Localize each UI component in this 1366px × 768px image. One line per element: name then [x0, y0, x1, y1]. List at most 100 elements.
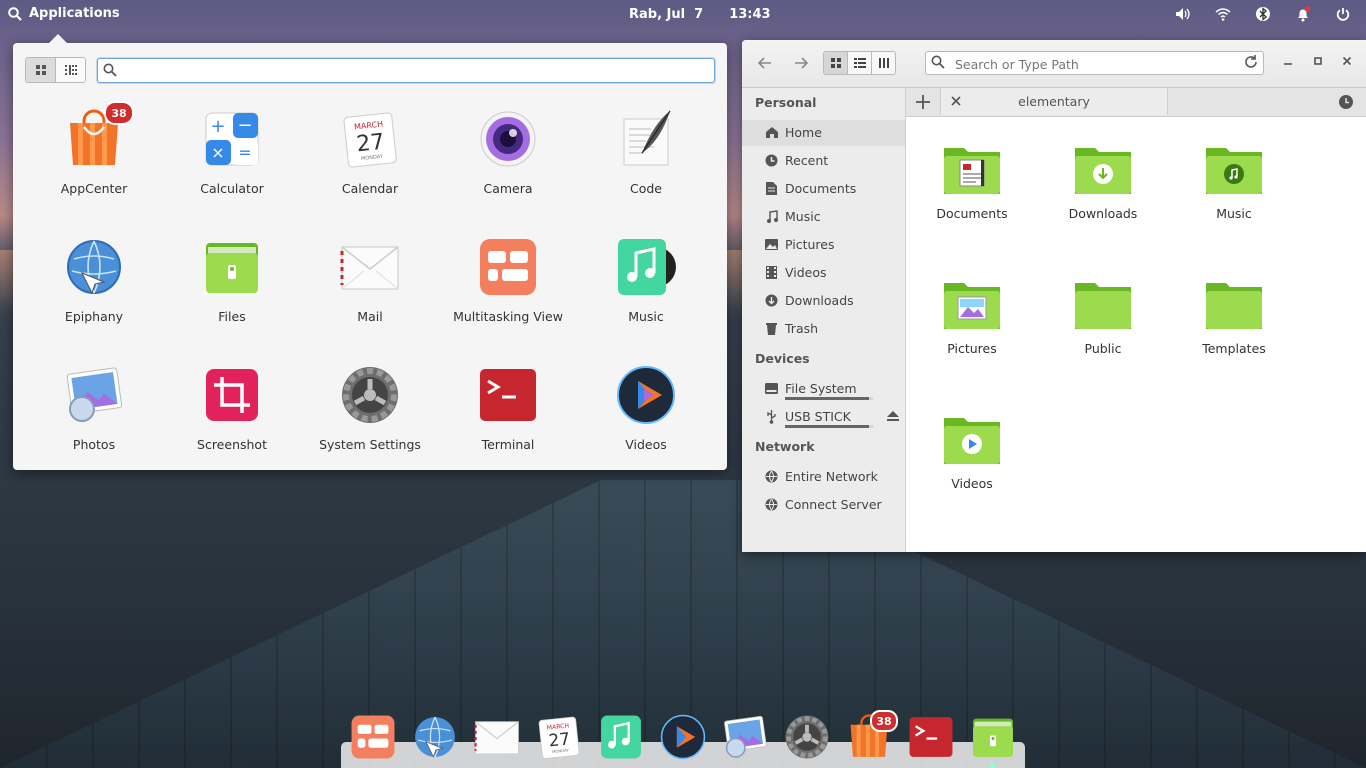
- sidebar-item-file-system[interactable]: File System: [742, 376, 905, 402]
- app-system-settings[interactable]: System Settings: [301, 361, 439, 489]
- datetime-indicator[interactable]: Rab, Jul 7 13:43: [629, 7, 771, 22]
- app-screenshot[interactable]: Screenshot: [163, 361, 301, 489]
- back-button[interactable]: [755, 53, 775, 73]
- app-search-input[interactable]: [122, 61, 706, 81]
- download-icon: [764, 293, 779, 308]
- notifications-icon[interactable]: [1294, 5, 1312, 23]
- folder-pictures[interactable]: Pictures: [917, 277, 1027, 356]
- home-icon: [764, 125, 779, 140]
- app-epiphany[interactable]: Epiphany: [25, 233, 163, 361]
- view-mode-switcher: [823, 51, 896, 75]
- power-icon[interactable]: [1334, 5, 1352, 23]
- app-label: Files: [218, 309, 246, 324]
- sidebar-item-downloads[interactable]: Downloads: [742, 288, 905, 314]
- dock-calendar[interactable]: MARCH 27 MONDAY: [536, 714, 582, 760]
- dock-files[interactable]: [970, 714, 1016, 768]
- closed-tabs-button[interactable]: [1338, 94, 1354, 110]
- sidebar-header-devices: Devices: [755, 351, 810, 366]
- folder-label: Documents: [936, 206, 1008, 221]
- videos-icon: [660, 714, 706, 760]
- mail-icon: [474, 721, 519, 755]
- applications-button[interactable]: Applications: [8, 6, 120, 21]
- app-grid: 38 AppCenter + − × = Calculator MARCH 27 MOND…: [25, 101, 715, 489]
- folder-templates[interactable]: Templates: [1179, 277, 1289, 356]
- sidebar-item-connect-server[interactable]: Connect Server: [742, 492, 905, 518]
- sidebar-item-pictures[interactable]: Pictures: [742, 232, 905, 258]
- svg-text:×: ×: [211, 143, 224, 162]
- folder-documents[interactable]: Documents: [917, 142, 1027, 221]
- app-multitasking-view[interactable]: Multitasking View: [439, 233, 577, 361]
- sidebar-item-home[interactable]: Home: [742, 120, 905, 146]
- maximize-icon: [1314, 57, 1322, 65]
- app-camera[interactable]: Camera: [439, 105, 577, 233]
- folder-downloads[interactable]: Downloads: [1048, 142, 1158, 221]
- app-code[interactable]: Code: [577, 105, 715, 233]
- sidebar-item-trash[interactable]: Trash: [742, 316, 905, 342]
- appcenter-icon: 38: [64, 101, 134, 169]
- folder-videos[interactable]: Videos: [917, 412, 1027, 491]
- sidebar-item-entire-network[interactable]: Entire Network: [742, 464, 905, 490]
- sidebar-item-videos[interactable]: Videos: [742, 260, 905, 286]
- sidebar-item-label: File System: [785, 381, 857, 396]
- bluetooth-icon[interactable]: [1254, 5, 1272, 23]
- minimize-button[interactable]: [1280, 53, 1296, 69]
- column-view-button[interactable]: [871, 52, 895, 74]
- sidebar-item-music[interactable]: Music: [742, 204, 905, 230]
- path-input[interactable]: [953, 54, 1237, 74]
- dock-music[interactable]: [598, 714, 644, 760]
- dock-mail[interactable]: [474, 714, 520, 760]
- sidebar-item-label: Documents: [785, 181, 857, 196]
- eject-icon[interactable]: [887, 410, 899, 425]
- new-tab-button[interactable]: [914, 93, 932, 111]
- folder-public[interactable]: Public: [1048, 277, 1158, 356]
- dock-system-settings[interactable]: [784, 714, 830, 760]
- sidebar-item-usb-stick[interactable]: USB STICK: [742, 404, 905, 430]
- app-mail[interactable]: Mail: [301, 233, 439, 361]
- multitasking-icon: [478, 237, 538, 297]
- app-appcenter[interactable]: 38 AppCenter: [25, 101, 163, 233]
- dock-epiphany[interactable]: [412, 714, 458, 760]
- path-bar[interactable]: [925, 51, 1264, 75]
- volume-icon[interactable]: [1174, 5, 1192, 23]
- applications-label: Applications: [29, 6, 120, 21]
- icon-view-button[interactable]: [824, 52, 847, 74]
- close-button[interactable]: [1339, 53, 1355, 69]
- dock-terminal[interactable]: [908, 714, 954, 760]
- wifi-icon[interactable]: [1214, 5, 1232, 23]
- app-photos[interactable]: Photos: [25, 361, 163, 489]
- video-icon: [764, 265, 779, 280]
- app-videos[interactable]: Videos: [577, 361, 715, 489]
- top-panel: Applications Rab, Jul 7 13:43: [0, 0, 1366, 29]
- dock-multitasking-view[interactable]: [350, 714, 396, 760]
- server-icon: [764, 497, 779, 512]
- documents-folder-icon: [944, 148, 1000, 194]
- category-view-button[interactable]: [55, 58, 85, 82]
- drive-icon: [764, 381, 779, 396]
- music-folder-icon: [1206, 148, 1262, 194]
- sidebar-item-documents[interactable]: Documents: [742, 176, 905, 202]
- app-terminal[interactable]: Terminal: [439, 361, 577, 489]
- dock-appcenter[interactable]: 38: [846, 710, 898, 760]
- folder-music[interactable]: Music: [1179, 142, 1289, 221]
- arrow-left-icon: [758, 57, 771, 69]
- reload-icon[interactable]: [1243, 54, 1259, 70]
- forward-button[interactable]: [791, 53, 811, 73]
- dock-photos[interactable]: [722, 714, 768, 760]
- app-music[interactable]: Music: [577, 233, 715, 361]
- app-calculator[interactable]: + − × = Calculator: [163, 105, 301, 233]
- grid-view-button[interactable]: [26, 58, 55, 82]
- app-files[interactable]: Files: [163, 233, 301, 361]
- maximize-button[interactable]: [1310, 53, 1326, 69]
- search-icon: [103, 63, 117, 77]
- list-view-button[interactable]: [847, 52, 871, 74]
- app-label: Mail: [357, 309, 383, 324]
- dock-videos[interactable]: [660, 714, 706, 760]
- app-search-field[interactable]: [97, 58, 715, 83]
- calendar-icon: MARCH27MONDAY: [340, 109, 400, 169]
- calculator-icon: + − × =: [202, 109, 262, 169]
- tab-elementary[interactable]: elementary: [940, 88, 1168, 115]
- folder-label: Downloads: [1068, 206, 1138, 221]
- sidebar-item-recent[interactable]: Recent: [742, 148, 905, 174]
- app-calendar[interactable]: MARCH 27 MONDAY Calendar: [301, 105, 439, 233]
- folder-view: Documents Downloads Music Pictures Publi…: [906, 117, 1366, 552]
